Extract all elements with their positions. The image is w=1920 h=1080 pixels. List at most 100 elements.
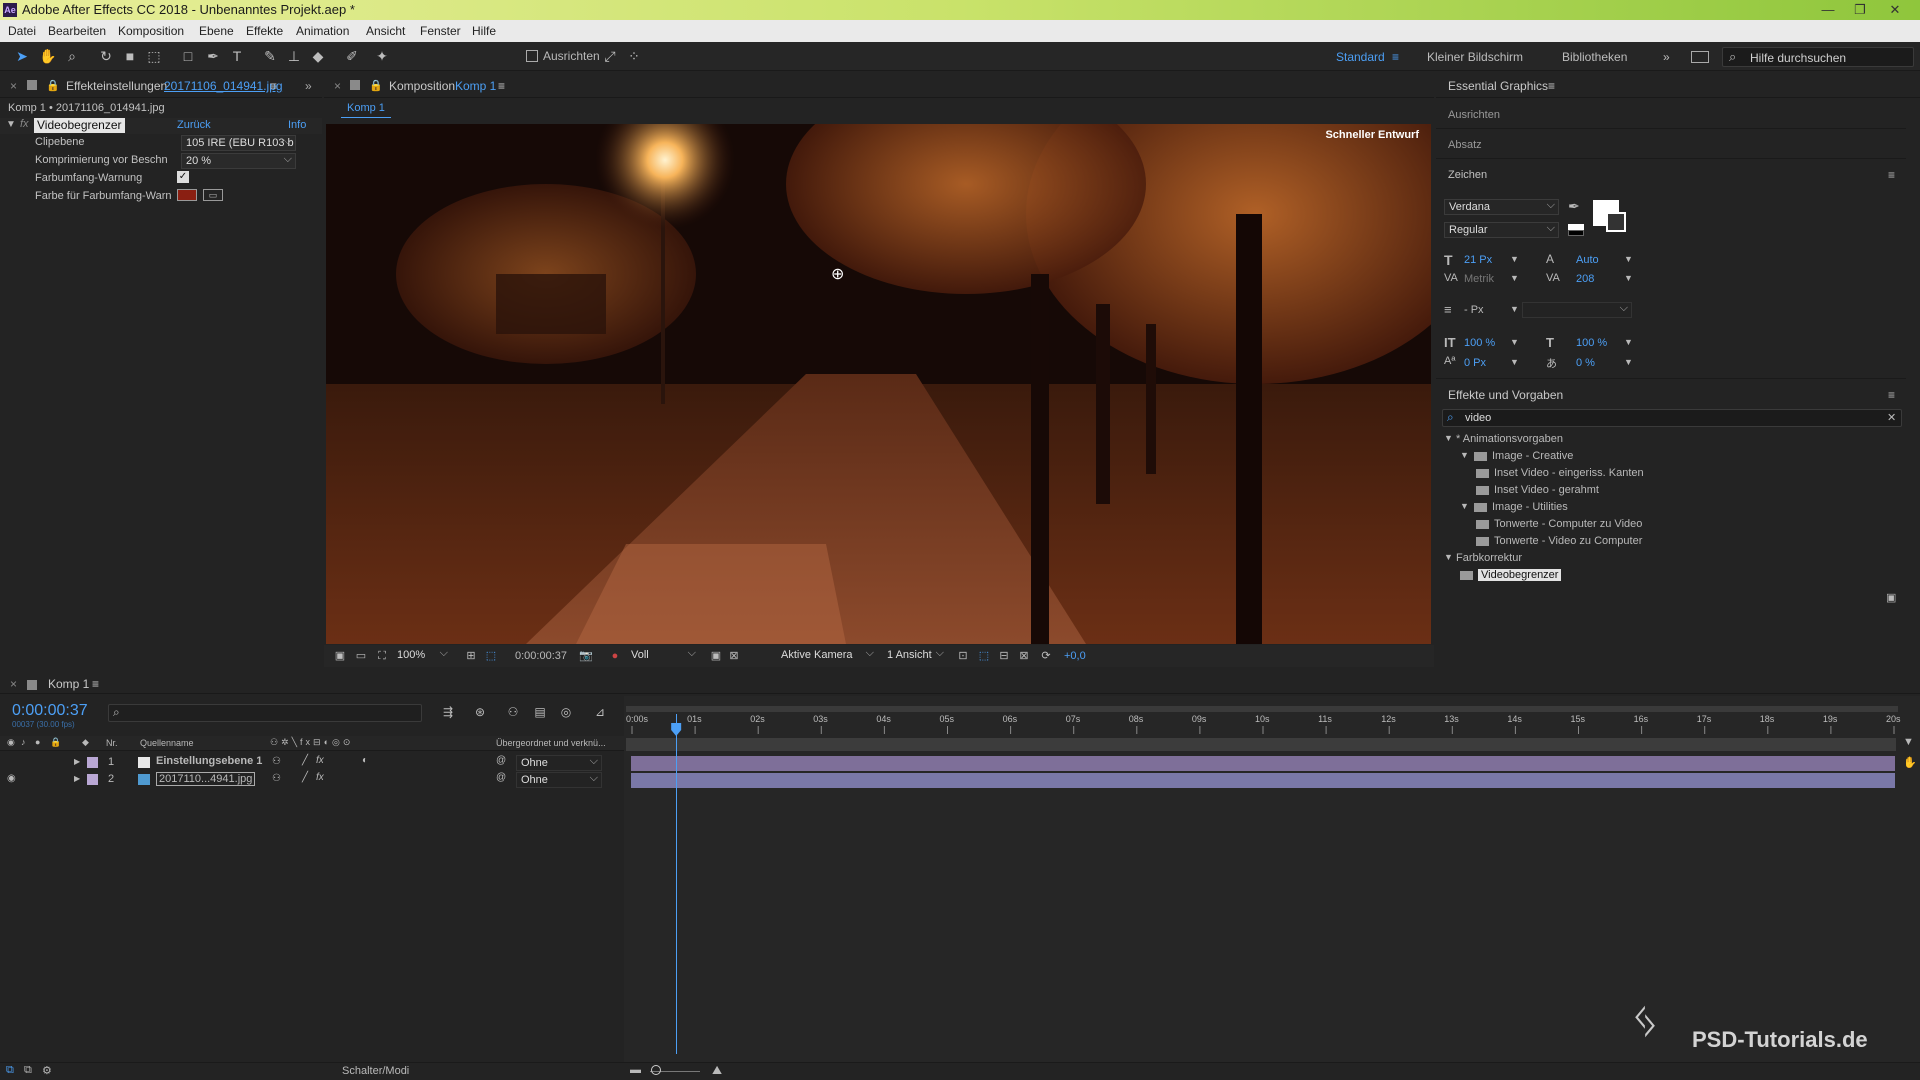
leading-arrow-icon[interactable]: ▼: [1624, 254, 1633, 264]
layer-label-color[interactable]: [87, 757, 98, 768]
preview-icon[interactable]: ▣: [330, 646, 350, 666]
sync-settings-icon[interactable]: [1691, 51, 1709, 63]
collapse-switch-icon[interactable]: ⚇: [272, 773, 281, 784]
kerning-arrow-icon[interactable]: ▼: [1510, 273, 1519, 283]
effect-name[interactable]: Videobegrenzer: [34, 118, 125, 133]
preset-tree-item[interactable]: Inset Video - eingeriss. Kanten: [1436, 465, 1906, 482]
camera-dropdown[interactable]: Aktive Kamera: [777, 648, 877, 664]
stroke-width-arrow-icon[interactable]: ▼: [1510, 304, 1519, 314]
clone-stamp-tool-icon[interactable]: ⊥: [284, 46, 304, 66]
timeline-menu-icon[interactable]: ≡: [92, 677, 99, 691]
maximize-button[interactable]: ❐: [1845, 0, 1875, 20]
effects-presets-title[interactable]: Effekte und Vorgaben: [1448, 388, 1563, 402]
comp-panel-menu-icon[interactable]: ≡: [498, 79, 505, 93]
help-search-field[interactable]: ⌕ Hilfe durchsuchen: [1722, 47, 1914, 67]
tsume-arrow-icon[interactable]: ▼: [1624, 357, 1633, 367]
preset-tree-item[interactable]: ▼ Image - Creative: [1436, 448, 1906, 465]
expand-arrow-icon[interactable]: ▼: [1460, 501, 1469, 511]
reset-exposure-icon[interactable]: ⟳: [1036, 646, 1056, 666]
layer-row[interactable]: ▶ 1 Einstellungsebene 1 ⚇ ╱ fx ◐ @ Ohne: [0, 754, 624, 771]
fx-icon[interactable]: fx: [20, 118, 29, 130]
brush-tool-icon[interactable]: ✎: [260, 46, 280, 66]
effects-search-field[interactable]: ⌕ video ✕: [1442, 409, 1902, 427]
layer-1-duration-bar[interactable]: [631, 756, 1895, 771]
transfer-controls-icon[interactable]: ⧉: [24, 1064, 32, 1077]
font-family-dropdown[interactable]: Verdana: [1444, 199, 1559, 215]
grid-snap-icon[interactable]: ⁘: [624, 46, 644, 66]
expand-arrow-icon[interactable]: ▼: [1444, 433, 1453, 443]
eraser-tool-icon[interactable]: ◆: [308, 46, 328, 66]
monitor-icon[interactable]: ▭: [351, 646, 371, 666]
workspace-bibliotheken[interactable]: Bibliotheken: [1562, 50, 1627, 64]
menu-hilfe[interactable]: Hilfe: [472, 24, 496, 38]
preset-tree-item[interactable]: ▼ Image - Utilities: [1436, 499, 1906, 516]
preset-tree-item[interactable]: Inset Video - gerahmt: [1436, 482, 1906, 499]
eyedropper-icon[interactable]: ✒: [1568, 198, 1580, 215]
effects-presets-menu-icon[interactable]: ≡: [1888, 388, 1895, 402]
roto-brush-tool-icon[interactable]: ✐: [342, 46, 362, 66]
workspace-standard[interactable]: Standard: [1336, 50, 1385, 64]
region-icon[interactable]: ⊞: [461, 646, 481, 666]
effect-switch-icon[interactable]: fx: [316, 772, 324, 783]
layer-search-field[interactable]: ⌕: [108, 704, 422, 722]
effect-controls-file[interactable]: 20171106_014941.jpg: [164, 79, 283, 93]
fast-preview-icon[interactable]: ⬚: [974, 646, 994, 666]
reset-link[interactable]: Zurück: [177, 119, 211, 131]
baseline-arrow-icon[interactable]: ▼: [1510, 357, 1519, 367]
expand-arrow-icon[interactable]: ▼: [1460, 450, 1469, 460]
rectangle-tool-icon[interactable]: □: [178, 46, 198, 66]
menu-datei[interactable]: Datei: [8, 24, 36, 38]
new-preset-icon[interactable]: ▣: [1886, 591, 1896, 604]
stroke-width-value[interactable]: - Px: [1464, 304, 1484, 316]
baseline-shift-value[interactable]: 0 Px: [1464, 357, 1486, 369]
snapshot-icon[interactable]: 📷: [576, 646, 596, 666]
preset-tree-item[interactable]: ▼ * Animationsvorgaben: [1436, 431, 1906, 448]
expand-panels-icon[interactable]: »: [305, 79, 312, 93]
timeline-icon[interactable]: ⊟: [994, 646, 1014, 666]
resolution-dropdown[interactable]: Voll: [627, 648, 699, 664]
lock-icon[interactable]: 🔒: [46, 79, 60, 92]
tsume-value[interactable]: 0 %: [1576, 357, 1595, 369]
preset-tree-item[interactable]: Videobegrenzer: [1436, 567, 1906, 584]
info-link[interactable]: Info: [288, 119, 306, 131]
toggle-grid-icon[interactable]: ⊠: [724, 646, 744, 666]
menu-komposition[interactable]: Komposition: [118, 24, 184, 38]
parent-dropdown[interactable]: Ohne: [516, 755, 602, 771]
current-time-indicator[interactable]: [676, 714, 678, 1054]
zeichen-menu-icon[interactable]: ≡: [1888, 168, 1895, 182]
snapshot-layer-icon[interactable]: ✋: [1903, 756, 1917, 769]
channel-icon[interactable]: ●: [605, 646, 625, 666]
close-tab-icon[interactable]: ×: [10, 79, 17, 93]
visibility-eye-icon[interactable]: ◉: [7, 773, 16, 784]
workspace-kleiner-bildschirm[interactable]: Kleiner Bildschirm: [1427, 50, 1523, 64]
preset-tree-item[interactable]: ▼ Farbkorrektur: [1436, 550, 1906, 567]
draft-3d-icon[interactable]: ⊛: [470, 702, 490, 722]
source-name-column[interactable]: Quellenname: [140, 738, 194, 748]
stroke-color-swatch[interactable]: [1606, 212, 1626, 232]
zoom-slider-handle[interactable]: [651, 1065, 661, 1075]
vertical-scale-value[interactable]: 100 %: [1464, 337, 1495, 349]
adjustment-layer-icon[interactable]: ◐: [362, 755, 368, 766]
timeline-tab[interactable]: Komp 1: [48, 677, 89, 691]
zoom-dropdown[interactable]: 100%: [393, 648, 451, 664]
expand-layer-icon[interactable]: ▶: [74, 774, 80, 783]
preset-tree-item[interactable]: Tonwerte - Video zu Computer: [1436, 533, 1906, 550]
region-of-interest-icon[interactable]: ▣: [706, 646, 726, 666]
menu-bearbeiten[interactable]: Bearbeiten: [48, 24, 106, 38]
clear-search-icon[interactable]: ✕: [1887, 411, 1896, 424]
kerning-value[interactable]: Metrik: [1464, 273, 1494, 285]
section-ausrichten[interactable]: Ausrichten: [1448, 109, 1500, 121]
komprimierung-dropdown[interactable]: 20 %: [181, 153, 296, 169]
eyedropper-icon[interactable]: ▭: [203, 189, 223, 201]
composition-tab-name[interactable]: Komp 1: [455, 79, 496, 93]
leading-value[interactable]: Auto: [1576, 254, 1599, 266]
pen-tool-icon[interactable]: ✒: [203, 46, 223, 66]
expand-layer-icon[interactable]: ▶: [74, 757, 80, 766]
flowchart-icon[interactable]: ⊠: [1014, 646, 1034, 666]
tracking-value[interactable]: 208: [1576, 273, 1594, 285]
menu-effekte[interactable]: Effekte: [246, 24, 283, 38]
close-comp-tab-icon[interactable]: ×: [334, 79, 341, 93]
pick-whip-icon[interactable]: @: [496, 755, 506, 766]
composition-tab[interactable]: Komposition: [389, 79, 455, 93]
rotate-tool-icon[interactable]: ↻: [96, 46, 116, 66]
